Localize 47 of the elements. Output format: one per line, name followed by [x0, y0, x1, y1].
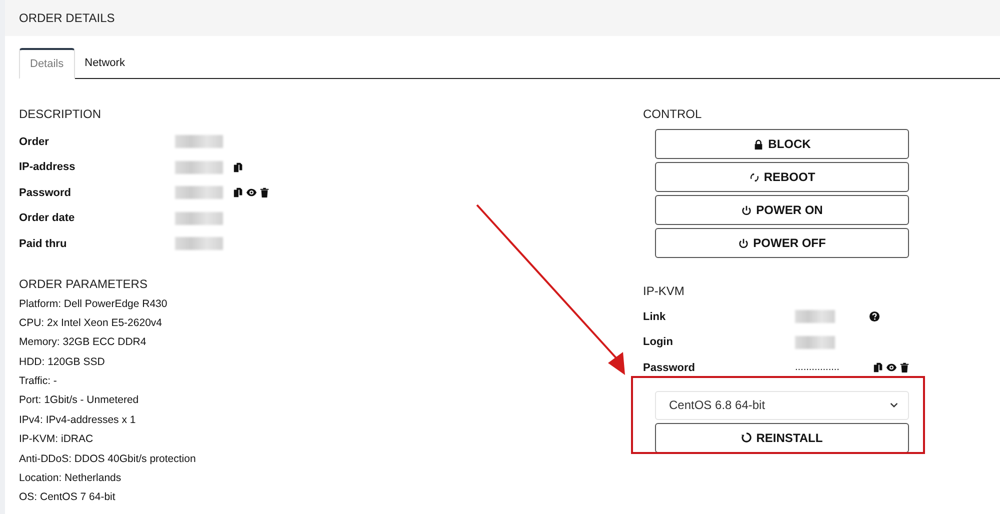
- parameter-text: HDD: 120GB SSD: [19, 354, 106, 370]
- power-icon: [738, 238, 750, 248]
- control-button[interactable]: BLOCK: [655, 129, 909, 159]
- help-icon[interactable]: [869, 311, 880, 322]
- control-button[interactable]: POWER ON: [655, 195, 909, 225]
- eye-icon[interactable]: [246, 187, 257, 198]
- power-icon: [741, 204, 752, 216]
- refresh-icon: [741, 432, 752, 443]
- refresh-icon: [748, 172, 760, 182]
- copy-icon[interactable]: [873, 362, 884, 374]
- parameter-text: Port: 1Gbit/s - Unmetered: [19, 393, 140, 408]
- reinstall-button[interactable]: REINSTALL: [655, 422, 909, 452]
- control-button[interactable]: POWER OFF: [655, 228, 909, 258]
- field-label: Order date: [19, 212, 76, 224]
- copy-icon[interactable]: [233, 162, 244, 173]
- os-select[interactable]: CentOS 6.8 64-bit: [655, 390, 909, 420]
- trash-icon[interactable]: [899, 362, 910, 374]
- section-title: DESCRIPTION: [19, 107, 102, 121]
- parameter-text: IP-KVM: iDRAC: [19, 432, 94, 448]
- field-label: Paid thru: [19, 238, 68, 250]
- parameter-text: Traffic: -: [19, 374, 58, 390]
- tab[interactable]: Details: [19, 48, 75, 79]
- page-title: ORDER DETAILS: [19, 11, 115, 25]
- field-label: IP-address: [19, 161, 76, 174]
- section-title: IP-KVM: [643, 284, 686, 298]
- parameter-text: OS: CentOS 7 64-bit: [19, 490, 116, 506]
- parameter-text: Memory: 32GB ECC DDR4: [19, 335, 148, 350]
- field-label: Password: [643, 362, 696, 374]
- parameter-text: Location: Netherlands: [19, 471, 122, 486]
- trash-icon[interactable]: [259, 187, 270, 198]
- control-button[interactable]: REBOOT: [655, 162, 909, 192]
- parameter-text: IPv4: IPv4-addresses x 1: [19, 412, 137, 428]
- parameter-text: Platform: Dell PowerEdge R430: [19, 296, 168, 312]
- field-label: Password: [19, 186, 72, 199]
- masked-password: ................: [795, 362, 840, 374]
- chevron-icon: [890, 402, 898, 408]
- tab[interactable]: Network: [74, 48, 135, 78]
- field-label: Link: [643, 310, 667, 323]
- field-label: Order: [19, 136, 50, 148]
- lock-icon: [753, 138, 764, 150]
- copy-icon[interactable]: [233, 187, 244, 198]
- section-title: CONTROL: [643, 107, 703, 121]
- eye-icon[interactable]: [886, 362, 898, 374]
- parameter-text: Anti-DDoS: DDOS 40Gbit/s protection: [19, 452, 197, 467]
- section-title: ORDER PARAMETERS: [19, 276, 148, 290]
- parameter-text: CPU: 2x Intel Xeon E5-2620v4: [19, 316, 164, 331]
- field-label: Login: [643, 336, 674, 348]
